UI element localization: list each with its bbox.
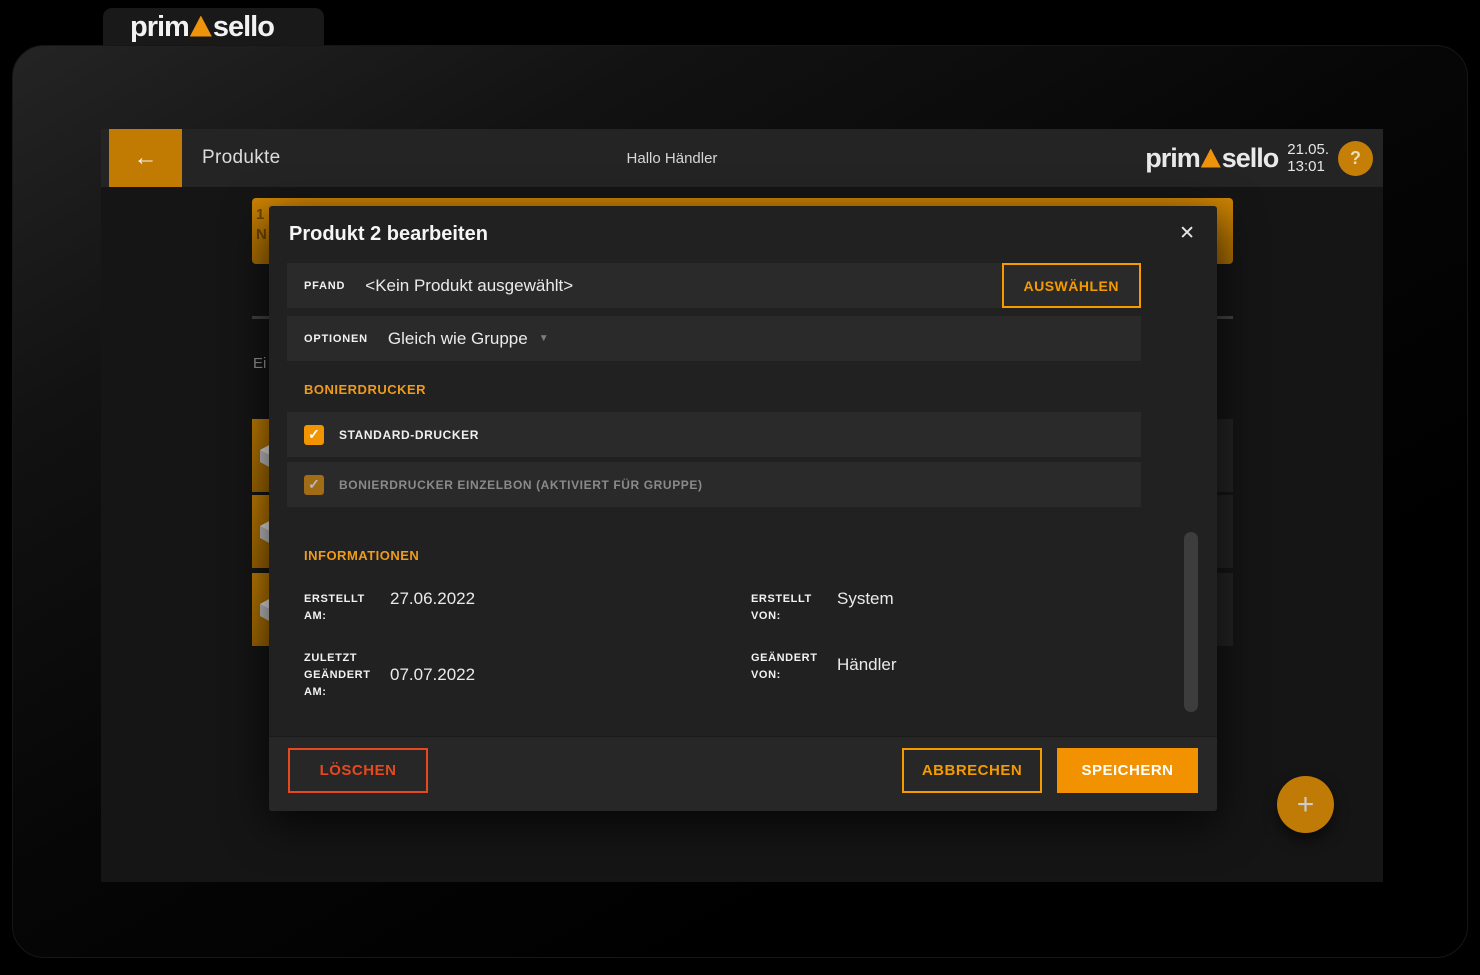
zuletzt-geaendert-am-field: ZULETZT GEÄNDERT AM: 07.07.2022 — [304, 650, 475, 701]
datetime-display: 21.05. 13:01 — [1287, 141, 1329, 175]
question-mark-icon: ? — [1350, 147, 1361, 168]
delete-button[interactable]: LÖSCHEN — [288, 748, 428, 793]
checkbox-label: BONIERDRUCKER EINZELBON (AKTIVIERT FÜR G… — [339, 477, 703, 492]
logo-triangle-icon — [189, 15, 212, 37]
checkbox-label: STANDARD-DRUCKER — [339, 427, 480, 442]
primasello-logo: prim sello — [1145, 142, 1280, 174]
app-screen: 1 N Ei ← Produkte Hallo Händler prim sel… — [101, 129, 1383, 882]
modal-title: Produkt 2 bearbeiten — [289, 223, 488, 245]
geaendert-von-label: GEÄNDERT VON: — [751, 652, 818, 681]
pfand-label: PFAND — [304, 279, 346, 292]
optionen-label: OPTIONEN — [304, 332, 368, 345]
optionen-value: Gleich wie Gruppe — [387, 328, 528, 348]
checkbox-checked-disabled-icon: ✓ — [304, 474, 324, 495]
date-text: 21.05. — [1287, 141, 1329, 158]
edit-product-modal: Produkt 2 bearbeiten ✕ PFAND <Kein Produ… — [269, 206, 1217, 811]
app-window: 1 N Ei ← Produkte Hallo Händler prim sel… — [12, 45, 1468, 958]
group-row-text-fragment: 1 N — [256, 206, 267, 243]
zuletzt-geaendert-am-value: 07.07.2022 — [390, 665, 476, 684]
cancel-button[interactable]: ABBRECHEN — [902, 748, 1042, 793]
pfand-field: PFAND <Kein Produkt ausgewählt> AUSWÄHLE… — [287, 263, 1141, 308]
logo-prefix: prim — [1145, 142, 1201, 173]
informationen-section-title: INFORMATIONEN — [304, 548, 420, 563]
time-text: 13:01 — [1287, 158, 1325, 175]
greeting-text: Hallo Händler — [626, 150, 718, 167]
save-button[interactable]: SPEICHERN — [1057, 748, 1198, 793]
help-button[interactable]: ? — [1338, 140, 1373, 176]
close-icon: ✕ — [1179, 223, 1195, 244]
browser-tab[interactable]: prim sello — [103, 8, 324, 46]
primasello-logo: prim sello — [130, 10, 275, 44]
section-label-fragment: Ei — [253, 355, 267, 372]
optionen-dropdown[interactable]: OPTIONEN Gleich wie Gruppe ▼ — [287, 316, 1141, 361]
einzelbon-checkbox-row: ✓ BONIERDRUCKER EINZELBON (AKTIVIERT FÜR… — [287, 462, 1141, 507]
logo-suffix: sello — [1221, 142, 1280, 173]
logo-triangle-icon — [1200, 148, 1221, 168]
logo-suffix: sello — [212, 10, 275, 43]
erstellt-am-value: 27.06.2022 — [390, 589, 476, 608]
logo-prefix: prim — [130, 10, 190, 43]
erstellt-am-field: ERSTELLT AM: 27.06.2022 — [304, 589, 476, 625]
erstellt-von-label: ERSTELLT VON: — [751, 593, 812, 622]
close-button[interactable]: ✕ — [1179, 222, 1195, 245]
auswaehlen-button[interactable]: AUSWÄHLEN — [1001, 263, 1141, 308]
pfand-value: <Kein Produkt ausgewählt> — [365, 275, 574, 295]
bonierdrucker-section-title: BONIERDRUCKER — [304, 382, 427, 397]
chevron-down-icon: ▼ — [538, 333, 549, 344]
geaendert-von-value: Händler — [837, 655, 897, 674]
erstellt-am-label: ERSTELLT AM: — [304, 593, 365, 622]
checkbox-checked-icon[interactable]: ✓ — [304, 424, 324, 445]
add-product-button[interactable]: + — [1277, 776, 1334, 833]
geaendert-von-field: GEÄNDERT VON: Händler — [751, 650, 897, 684]
modal-scrollbar-thumb[interactable] — [1184, 532, 1198, 712]
header-right: prim sello 21.05. 13:01 ? — [1145, 129, 1373, 187]
zuletzt-geaendert-am-label: ZULETZT GEÄNDERT AM: — [304, 652, 371, 698]
erstellt-von-field: ERSTELLT VON: System — [751, 589, 894, 625]
erstellt-von-value: System — [837, 589, 894, 608]
app-header: ← Produkte Hallo Händler prim sello 21.05… — [101, 129, 1383, 187]
standard-drucker-checkbox-row[interactable]: ✓ STANDARD-DRUCKER — [287, 412, 1141, 457]
modal-footer: LÖSCHEN ABBRECHEN SPEICHERN — [269, 736, 1217, 811]
